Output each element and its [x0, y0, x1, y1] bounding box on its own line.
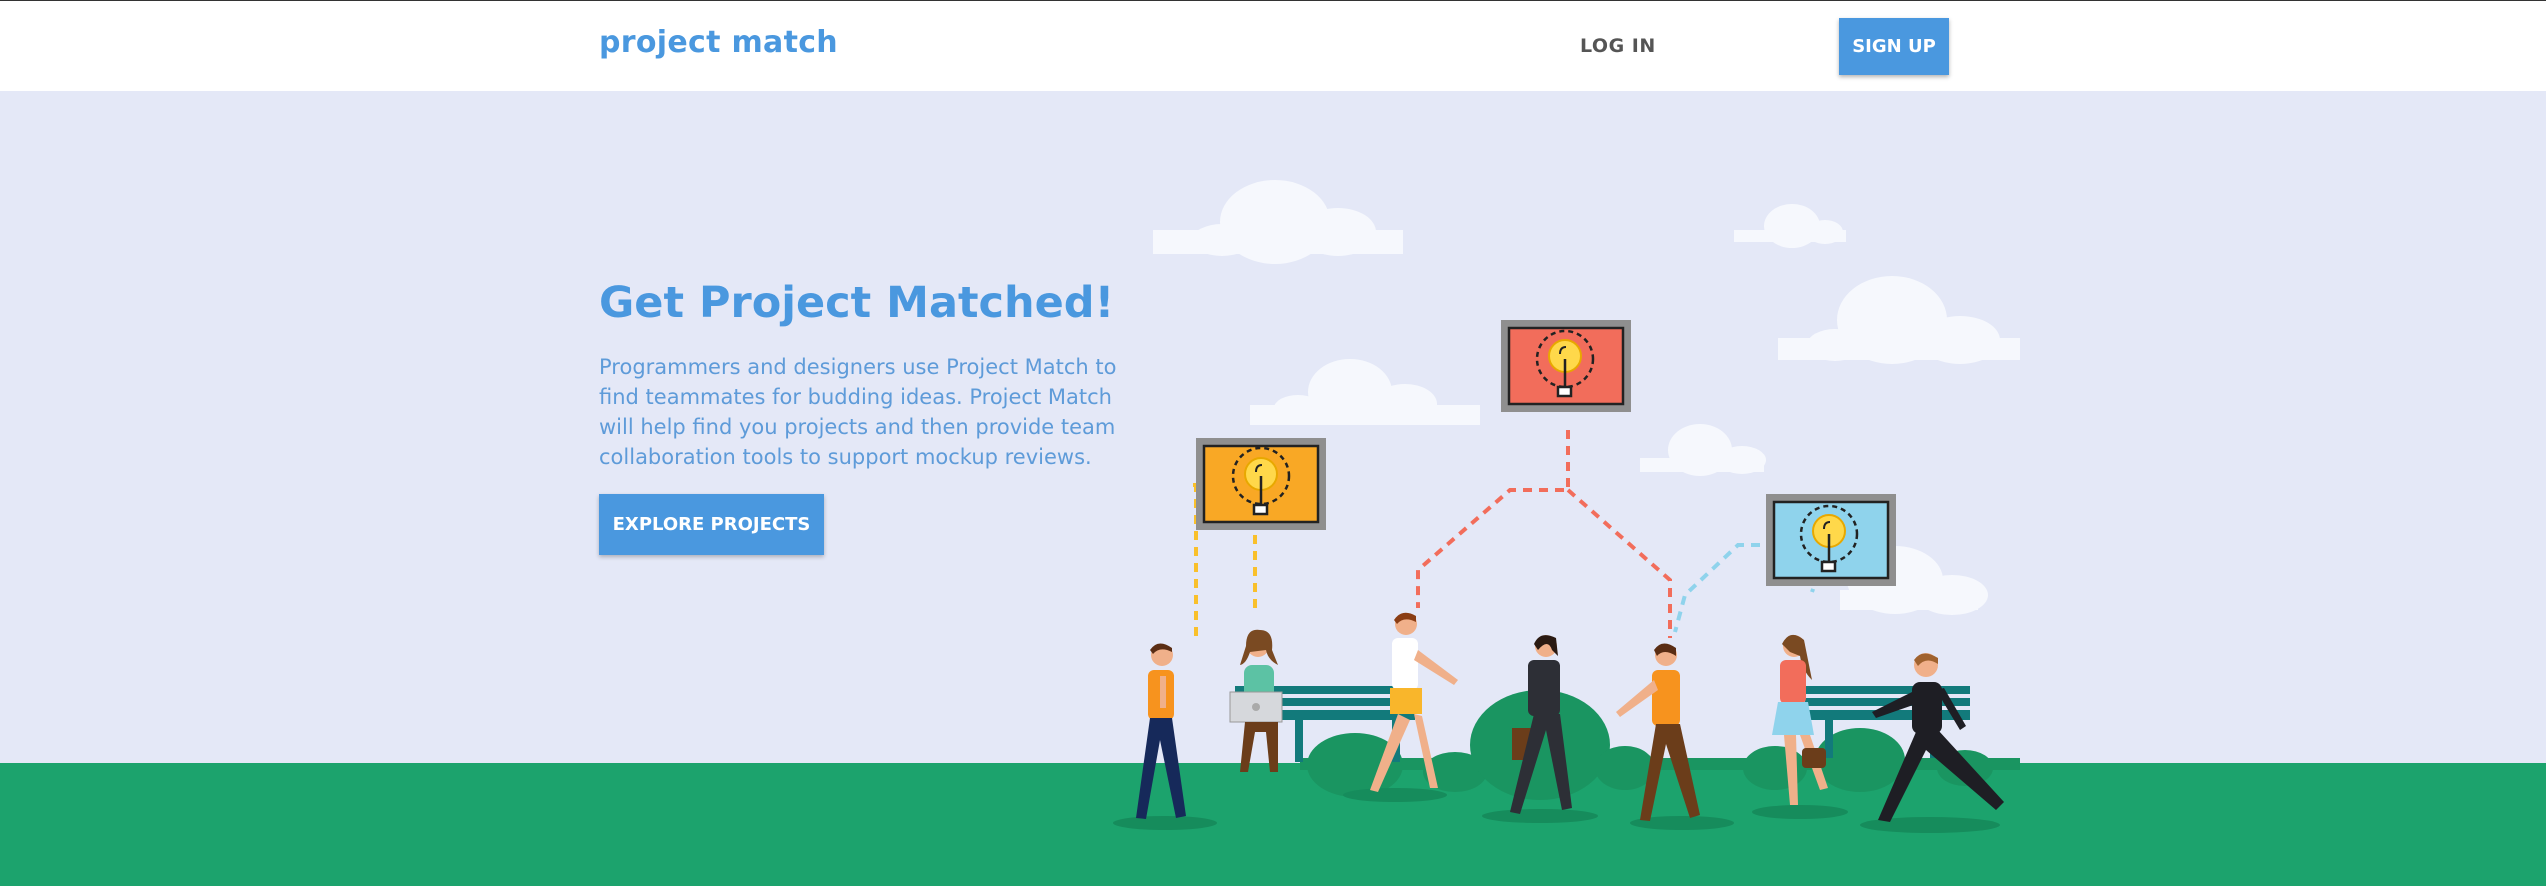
- person-sitting-laptop: [1229, 629, 1283, 772]
- cloud: [1734, 204, 1846, 248]
- screen-right: [1766, 494, 1896, 586]
- screen-center: [1501, 320, 1631, 412]
- explore-projects-button[interactable]: EXPLORE PROJECTS: [599, 494, 824, 555]
- cloud: [1250, 359, 1480, 425]
- screen-left: [1196, 438, 1326, 530]
- hero-title: Get Project Matched!: [599, 278, 1115, 328]
- cloud: [1778, 276, 2020, 364]
- person-walking-orange: [1136, 643, 1186, 819]
- login-link[interactable]: LOG IN: [1580, 35, 1656, 57]
- hero-description: Programmers and designers use Project Ma…: [599, 355, 1117, 469]
- cloud: [1640, 424, 1766, 476]
- cloud: [1153, 180, 1403, 264]
- hero-illustration: [1113, 180, 2020, 833]
- brand-logo[interactable]: project match: [599, 25, 838, 60]
- navbar: project match LOG IN SIGN UP: [0, 1, 2546, 91]
- signup-button[interactable]: SIGN UP: [1839, 18, 1949, 75]
- person-pointing: [1616, 643, 1700, 821]
